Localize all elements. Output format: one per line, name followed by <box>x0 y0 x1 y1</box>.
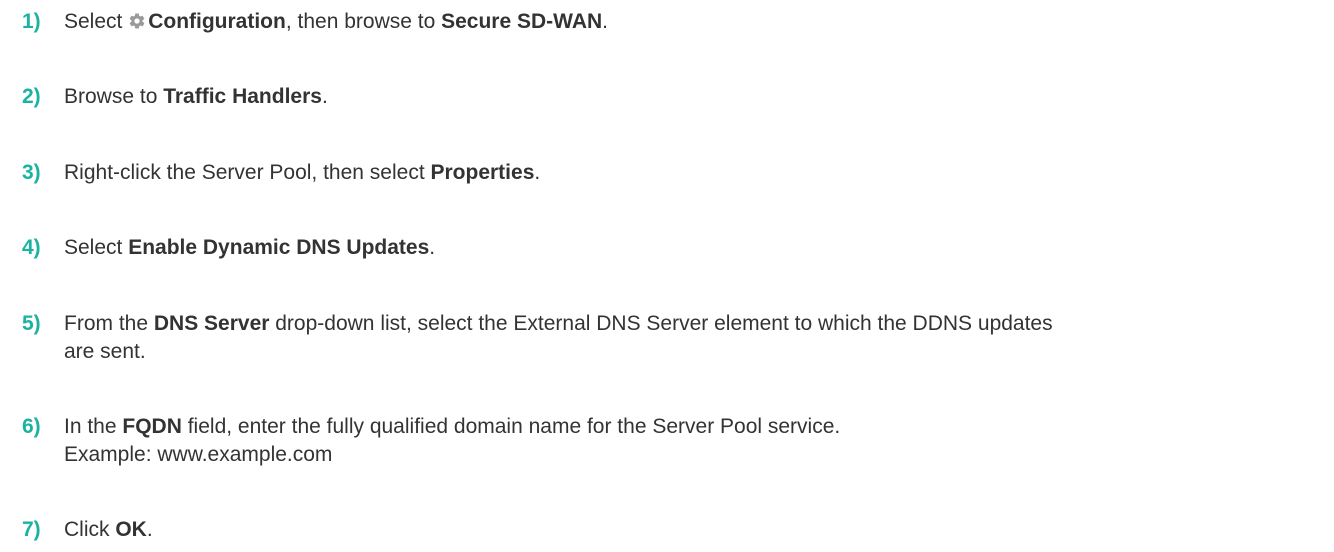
step-text-prefix: Select <box>64 10 129 33</box>
step-text: Browse to Traffic Handlers. <box>64 83 1314 111</box>
step-text-prefix: In the <box>64 415 123 438</box>
step-text-suffix: . <box>146 518 153 541</box>
step-example: Example: www.example.com <box>64 443 333 466</box>
step-text: Select Enable Dynamic DNS Updates. <box>64 234 1314 262</box>
step-bold-term: Enable Dynamic DNS Updates <box>128 236 430 259</box>
step-text: Right-click the Server Pool, then select… <box>64 159 1314 187</box>
step-bold-term: Configuration <box>148 10 286 33</box>
step-bold-term: Properties <box>430 161 535 184</box>
procedure-steps: 1) Select Configuration, then browse to … <box>0 0 1334 552</box>
step-text-suffix: . <box>602 10 608 33</box>
step-text-suffix: drop-down list, select the External DNS … <box>269 312 1053 335</box>
step-text-suffix: field, enter the fully qualified domain … <box>181 415 841 438</box>
step-text: In the FQDN field, enter the fully quali… <box>64 413 1314 469</box>
step-text-suffix: . <box>429 236 436 259</box>
step-number: 7) <box>22 518 41 541</box>
step-text: Select Configuration, then browse to Sec… <box>64 8 1314 38</box>
step-number: 6) <box>22 415 41 438</box>
step-bold-term: Secure SD-WAN <box>441 10 603 33</box>
step-text-middle: , then browse to <box>285 10 442 33</box>
step-bold-term: OK <box>115 518 147 541</box>
step-text-prefix: Browse to <box>64 85 164 108</box>
step-number: 4) <box>22 236 41 259</box>
step-number: 2) <box>22 85 41 108</box>
step-text-suffix: . <box>321 85 328 108</box>
step-text-prefix: Select <box>64 236 129 259</box>
step-text-prefix: From the <box>64 312 154 335</box>
step-text-prefix: Click <box>64 518 116 541</box>
step-text: Click OK. <box>64 516 1314 544</box>
step-number: 1) <box>22 10 41 33</box>
step-bold-term: FQDN <box>122 415 182 438</box>
step-line: From the DNS Server drop-down list, sele… <box>64 310 1314 338</box>
step-line-continuation: are sent. <box>64 340 146 363</box>
step-bold-term: Traffic Handlers <box>163 85 322 108</box>
step-line: In the FQDN field, enter the fully quali… <box>64 413 1314 441</box>
step-text-suffix: . <box>534 161 541 184</box>
gear-icon <box>128 10 146 38</box>
step-text: From the DNS Server drop-down list, sele… <box>64 310 1314 366</box>
step-bold-term: DNS Server <box>153 312 270 335</box>
step-number: 5) <box>22 312 41 335</box>
step-number: 3) <box>22 161 41 184</box>
step-text-prefix: Right-click the Server Pool, then select <box>64 161 431 184</box>
